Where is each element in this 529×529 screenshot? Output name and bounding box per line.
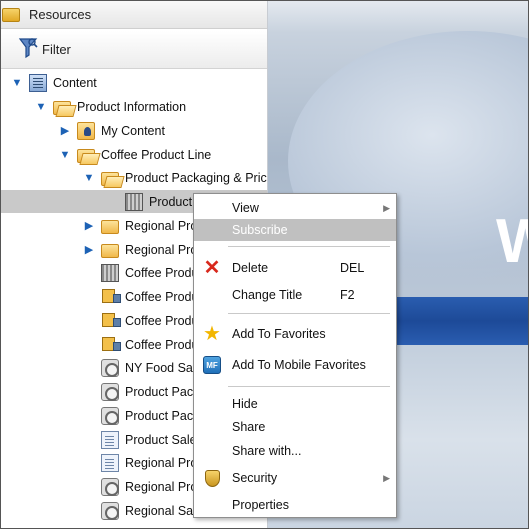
- menu-item-properties-label: Properties: [232, 498, 289, 512]
- menu-item-view[interactable]: View ▶: [194, 197, 396, 219]
- expand-arrow-icon[interactable]: ▼: [11, 77, 23, 89]
- menu-item-change-title-label: Change Title: [232, 288, 303, 302]
- truck-icon: [101, 312, 121, 330]
- tree-item[interactable]: ▶ My Content: [1, 119, 267, 142]
- tree-item-label: Regional Sal: [125, 503, 196, 518]
- menu-item-share[interactable]: Share: [194, 416, 396, 438]
- collapse-arrow-icon[interactable]: ▶: [83, 220, 95, 232]
- submenu-arrow-icon: ▶: [383, 472, 390, 483]
- menu-item-delete[interactable]: ✕ Delete DEL: [194, 257, 396, 279]
- tree-item-label: Product Pack: [125, 408, 200, 423]
- truck-icon: [101, 336, 121, 354]
- tree-item[interactable]: ▼ Product Information: [1, 95, 267, 118]
- tree-item-label: Coffee Produ: [125, 313, 199, 328]
- filter-funnel-icon: [18, 38, 38, 59]
- menu-item-add-to-favorites-label: Add To Favorites: [232, 327, 326, 341]
- folder-icon: [101, 243, 119, 258]
- tree-item-label: Coffee Produ: [125, 337, 199, 352]
- tree-item-label: Regional Pro: [125, 455, 198, 470]
- expand-arrow-icon[interactable]: ▼: [59, 149, 71, 161]
- menu-item-share-label: Share: [232, 420, 266, 434]
- resources-header[interactable]: Resources: [1, 1, 267, 29]
- menu-separator: [228, 246, 390, 247]
- collapse-arrow-icon[interactable]: ▶: [83, 244, 95, 256]
- expand-arrow-icon[interactable]: ▼: [83, 172, 95, 184]
- tree-item-label: Regional Pro: [125, 479, 198, 494]
- tree-item-label: Content: [53, 75, 97, 90]
- menu-item-hide-label: Hide: [232, 397, 258, 411]
- report-icon: [125, 192, 143, 211]
- collapse-arrow-icon[interactable]: ▶: [59, 125, 71, 137]
- menu-item-share-with-label: Share with...: [232, 444, 302, 458]
- menu-separator: [228, 313, 390, 314]
- tree-item-label: Coffee Produ: [125, 289, 199, 304]
- menu-item-delete-label: Delete: [232, 261, 269, 275]
- menu-item-subscribe[interactable]: Subscribe: [194, 219, 396, 241]
- menu-item-subscribe-label: Subscribe: [232, 223, 288, 237]
- tree-item-label: My Content: [101, 123, 165, 138]
- mobile-favorites-icon: MF: [203, 356, 221, 374]
- tree-item-label: Product Sale: [125, 432, 197, 447]
- shield-icon: [205, 469, 220, 487]
- tree-item-label: Product: [149, 194, 193, 209]
- menu-item-security[interactable]: Security ▶: [194, 467, 396, 489]
- report-icon: [101, 263, 119, 282]
- delete-x-icon: ✕: [203, 257, 221, 279]
- filter-button[interactable]: Filter: [1, 31, 267, 69]
- background-logo-letter: W: [496, 207, 528, 276]
- folder-open-icon: [101, 171, 119, 186]
- tree-item-label: NY Food Sal: [125, 360, 196, 375]
- gear-icon: [101, 382, 119, 401]
- menu-item-add-to-mobile-favorites-label: Add To Mobile Favorites: [232, 358, 366, 372]
- menu-item-add-to-favorites[interactable]: ★ Add To Favorites: [194, 323, 396, 345]
- menu-item-hide[interactable]: Hide: [194, 393, 396, 415]
- menu-item-properties[interactable]: Properties: [194, 494, 396, 516]
- tree-item[interactable]: ▼ Coffee Product Line: [1, 143, 267, 166]
- menu-item-view-label: View: [232, 201, 259, 215]
- tree-item-label: Regional Pro: [125, 242, 198, 257]
- tree-item-label: Regional Pro: [125, 218, 198, 233]
- document-icon: [101, 430, 119, 449]
- tree-item-label: Product Information: [77, 99, 187, 114]
- context-menu: View ▶ Subscribe ✕ Delete DEL Change Tit…: [193, 193, 397, 518]
- folder-icon: [101, 219, 119, 234]
- document-icon: [101, 453, 119, 472]
- content-icon: [29, 73, 47, 92]
- expand-arrow-icon[interactable]: ▼: [35, 101, 47, 113]
- tree-item-label: Product Packaging & Pric: [125, 170, 267, 185]
- resources-title: Resources: [29, 7, 92, 22]
- tree-item-label: Coffee Produ: [125, 265, 199, 280]
- truck-icon: [101, 288, 121, 306]
- submenu-arrow-icon: ▶: [383, 202, 390, 213]
- menu-item-change-title[interactable]: Change Title F2: [194, 284, 396, 306]
- change-title-shortcut: F2: [340, 288, 355, 302]
- tree-item[interactable]: ▼ Content: [1, 71, 267, 94]
- menu-item-share-with[interactable]: Share with...: [194, 440, 396, 462]
- gear-icon: [101, 501, 119, 520]
- filter-label: Filter: [42, 42, 71, 57]
- gear-icon: [101, 358, 119, 377]
- tree-item-label: Product Pack: [125, 384, 200, 399]
- tree-item[interactable]: ▼ Product Packaging & Pric: [1, 166, 267, 189]
- tree-item-label: Coffee Product Line: [101, 147, 212, 162]
- menu-separator: [228, 386, 390, 387]
- folder-open-icon: [53, 100, 71, 115]
- menu-item-add-to-mobile-favorites[interactable]: MF Add To Mobile Favorites: [194, 354, 396, 376]
- star-icon: ★: [203, 323, 221, 345]
- my-content-folder-icon: [77, 121, 95, 140]
- menu-item-security-label: Security: [232, 471, 278, 485]
- delete-shortcut: DEL: [340, 261, 365, 275]
- gear-icon: [101, 477, 119, 496]
- folder-open-icon: [77, 148, 95, 163]
- resources-folder-icon: [2, 8, 20, 22]
- gear-icon: [101, 406, 119, 425]
